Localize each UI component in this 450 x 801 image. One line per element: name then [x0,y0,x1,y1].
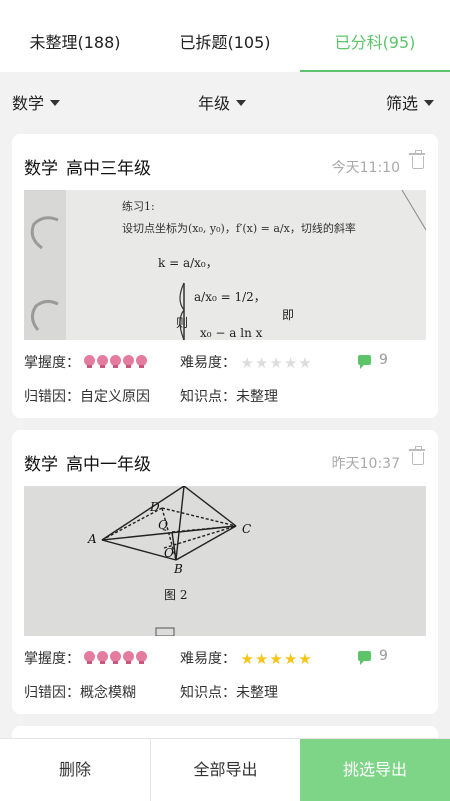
bulb-icon [110,651,122,664]
photo-text-line3: k = a/x₀， [158,256,218,270]
export-selected-button[interactable]: 挑选导出 [300,739,450,801]
chevron-down-icon [50,99,61,106]
comment-count[interactable]: 9 [358,648,388,665]
question-photo[interactable]: 练习1: 设切点坐标为(x₀, y₀)，f′(x) = a/x，切线的斜率 k … [24,190,426,340]
trash-icon[interactable] [409,150,425,169]
bulb-icon [123,651,135,664]
mastery-row: 掌握度： [24,352,149,372]
difficulty-label: 难易度： [180,651,236,667]
cause-row: 归错因：概念模糊 [24,682,136,702]
bulb-icon [136,651,148,664]
vertex-label-q: Q [158,518,168,532]
star-icon: ★ [298,354,313,372]
cause-label: 归错因： [24,389,80,405]
knowledge-value: 未整理 [236,389,278,405]
vertex-label-d: D [150,500,160,514]
comment-icon [358,651,371,665]
tab-categorized[interactable]: 已分科(95) [300,0,450,72]
vertex-label-a: A [88,532,97,546]
photo-text-line1: 练习1: [122,200,155,213]
knowledge-label: 知识点： [180,685,236,701]
vertex-label-b: B [174,562,183,576]
bulb-icon [97,651,109,664]
cause-row: 归错因：自定义原因 [24,386,150,406]
bulb-icon [84,355,96,368]
tab-bar: 未整理(188) 已拆题(105) 已分科(95) [0,0,450,72]
mastery-bulbs [84,355,149,371]
filter-bar: 数学 年级 筛选 [0,80,450,128]
bulb-icon [97,355,109,368]
vertex-label-c: C [242,522,252,536]
bottom-action-bar: 删除 全部导出 挑选导出 [0,738,450,801]
comment-count-value: 9 [379,648,388,664]
star-icon: ★ [240,650,255,668]
bulb-icon [84,651,96,664]
knowledge-row: 知识点：未整理 [180,682,278,702]
difficulty-stars: ★★★★★ [240,354,312,372]
star-icon: ★ [240,354,255,372]
card-subject: 数学 [24,455,58,475]
difficulty-stars: ★★★★★ [240,650,312,668]
tab-unsorted[interactable]: 未整理(188) [0,0,150,72]
knowledge-label: 知识点： [180,389,236,405]
cause-value: 自定义原因 [80,389,150,405]
grade-dropdown-label: 年级 [198,94,231,113]
bulb-icon [136,355,148,368]
active-tab-indicator [300,70,450,72]
comment-count[interactable]: 9 [358,352,388,369]
grade-dropdown[interactable]: 年级 [198,80,247,128]
difficulty-row: 难易度： ★★★★★ [180,352,313,372]
star-icon: ★ [254,650,270,668]
filter-dropdown[interactable]: 筛选 [386,80,435,128]
photo-text-line4: a/x₀ = 1/2， [194,290,266,304]
comment-count-value: 9 [379,352,388,368]
question-photo[interactable]: A B C D Q O 图 2 [24,486,426,636]
mastery-label: 掌握度： [24,651,80,667]
bulb-icon [123,355,135,368]
question-photo-image [24,486,426,636]
tab-split[interactable]: 已拆题(105) [150,0,300,72]
photo-text-line2: 设切点坐标为(x₀, y₀)，f′(x) = a/x，切线的斜率 [122,222,356,235]
cause-label: 归错因： [24,685,80,701]
star-icon: ★ [269,650,284,668]
delete-button[interactable]: 删除 [0,739,150,801]
card-grade: 高中一年级 [66,455,151,475]
question-card[interactable]: 数学 高中三年级 今天11:10 练习1: 设切点坐标为(x₀, y₀)，f′(x… [12,134,438,418]
export-all-button[interactable]: 全部导出 [151,739,300,801]
card-grade: 高中三年级 [66,159,151,179]
card-title: 数学 高中一年级 [24,450,151,475]
comment-icon [358,355,371,369]
question-photo-image [24,190,426,340]
question-card[interactable]: 数学 高中一年级 昨天10:37 A B C D Q O 图 2 掌握度： 难易… [12,430,438,714]
mastery-row: 掌握度： [24,648,149,668]
star-icon: ★ [298,650,313,668]
vertex-label-o: O [164,546,174,560]
difficulty-label: 难易度： [180,355,236,371]
trash-icon[interactable] [409,446,425,465]
photo-text-line5: 则 [176,316,189,330]
star-icon: ★ [254,354,270,372]
card-subject: 数学 [24,159,58,179]
knowledge-value: 未整理 [236,685,278,701]
figure-caption: 图 2 [164,588,188,602]
chevron-down-icon [236,99,247,106]
photo-text-line7: x₀ − a ln x [200,326,263,340]
cause-value: 概念模糊 [80,685,136,701]
star-icon: ★ [283,650,299,668]
knowledge-row: 知识点：未整理 [180,386,278,406]
star-icon: ★ [269,354,284,372]
mastery-label: 掌握度： [24,355,80,371]
mastery-bulbs [84,651,149,667]
bulb-icon [110,355,122,368]
subject-dropdown-label: 数学 [12,94,45,113]
card-timestamp: 今天11:10 [331,160,400,176]
card-timestamp: 昨天10:37 [331,456,400,472]
subject-dropdown[interactable]: 数学 [12,80,61,128]
card-title: 数学 高中三年级 [24,154,151,179]
star-icon: ★ [283,354,299,372]
filter-dropdown-label: 筛选 [386,94,419,113]
chevron-down-icon [424,99,435,106]
difficulty-row: 难易度： ★★★★★ [180,648,313,668]
photo-text-line6: 即 [282,308,295,322]
